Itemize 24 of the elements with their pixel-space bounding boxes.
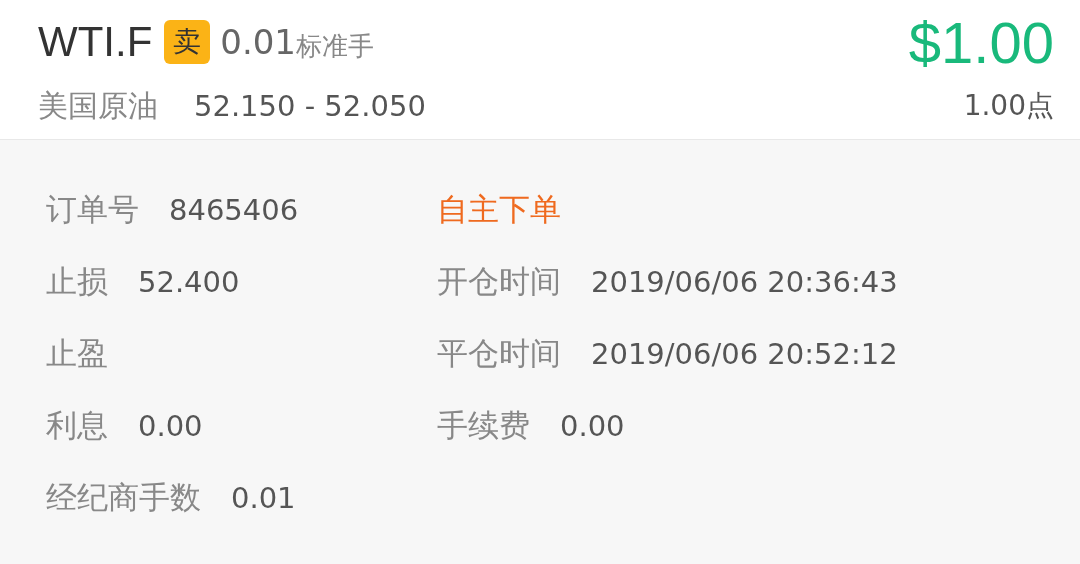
lot-unit: 标准手 [296, 29, 374, 63]
field-value: 2019/06/06 20:36:43 [591, 265, 898, 299]
field-label: 止盈 [46, 334, 108, 373]
price-range: 52.150 - 52.050 [194, 89, 426, 123]
field-label: 开仓时间 [437, 262, 561, 301]
instrument-name: 美国原油 [38, 86, 158, 125]
field-value: 52.400 [138, 265, 240, 299]
symbol-title: WTI.F [38, 18, 153, 66]
side-badge: 卖 [164, 20, 211, 64]
profit-amount: $1.00 [908, 8, 1054, 76]
field-value: 0.01 [231, 481, 296, 515]
field-label: 止损 [46, 262, 108, 301]
field-value: 2019/06/06 20:52:12 [591, 337, 898, 371]
lot-size: 0.01 [220, 22, 296, 62]
field-label: 利息 [46, 406, 108, 445]
field-label: 经纪商手数 [46, 478, 201, 517]
order-source-tag: 自主下单 [437, 189, 561, 231]
field-label: 手续费 [437, 406, 530, 445]
field-label: 平仓时间 [437, 334, 561, 373]
field-value: 0.00 [560, 409, 625, 443]
profit-points: 1.00点 [963, 88, 1054, 124]
field-value: 8465406 [169, 193, 299, 227]
field-label: 订单号 [46, 190, 139, 229]
field-value: 0.00 [138, 409, 203, 443]
